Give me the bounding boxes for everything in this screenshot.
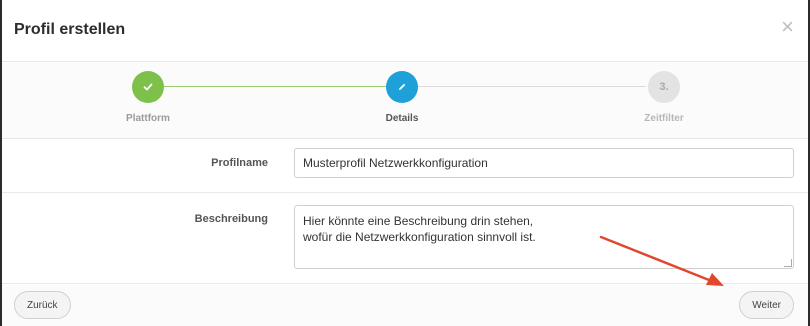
- step-1-circle[interactable]: [132, 71, 164, 103]
- beschreibung-label: Beschreibung: [194, 213, 268, 225]
- step-label-zeitfilter: Zeitfilter: [644, 113, 684, 124]
- dialog-header: Profil erstellen ×: [2, 0, 808, 62]
- form-row-profilname: Profilname: [2, 140, 808, 193]
- pencil-icon: [399, 83, 406, 90]
- form-row-beschreibung: Beschreibung Hier könnte eine Beschreibu…: [2, 194, 808, 284]
- close-icon[interactable]: ×: [781, 16, 794, 38]
- step-connector-pending: [418, 86, 646, 87]
- wizard-stepper: 3. Plattform Details Zeitfilter: [2, 63, 808, 139]
- textarea-resize-handle[interactable]: [784, 259, 792, 267]
- beschreibung-textarea[interactable]: Hier könnte eine Beschreibung drin stehe…: [294, 205, 794, 269]
- next-button[interactable]: Weiter: [739, 291, 794, 319]
- step-3-circle[interactable]: 3.: [648, 71, 680, 103]
- dialog-footer: Zurück Weiter: [2, 285, 808, 326]
- profilname-label: Profilname: [211, 157, 268, 169]
- step-2-circle[interactable]: [386, 71, 418, 103]
- step-label-details: Details: [385, 113, 419, 124]
- check-icon: [143, 83, 153, 91]
- create-profile-dialog: Profil erstellen × 3. Plattform Details …: [0, 0, 810, 326]
- profilname-input[interactable]: [294, 148, 794, 178]
- back-button[interactable]: Zurück: [14, 291, 71, 319]
- step-connector-completed: [150, 86, 386, 87]
- dialog-title: Profil erstellen: [14, 21, 126, 38]
- step-label-plattform: Plattform: [126, 113, 170, 124]
- profile-form: Profilname Beschreibung Hier könnte eine…: [2, 140, 808, 284]
